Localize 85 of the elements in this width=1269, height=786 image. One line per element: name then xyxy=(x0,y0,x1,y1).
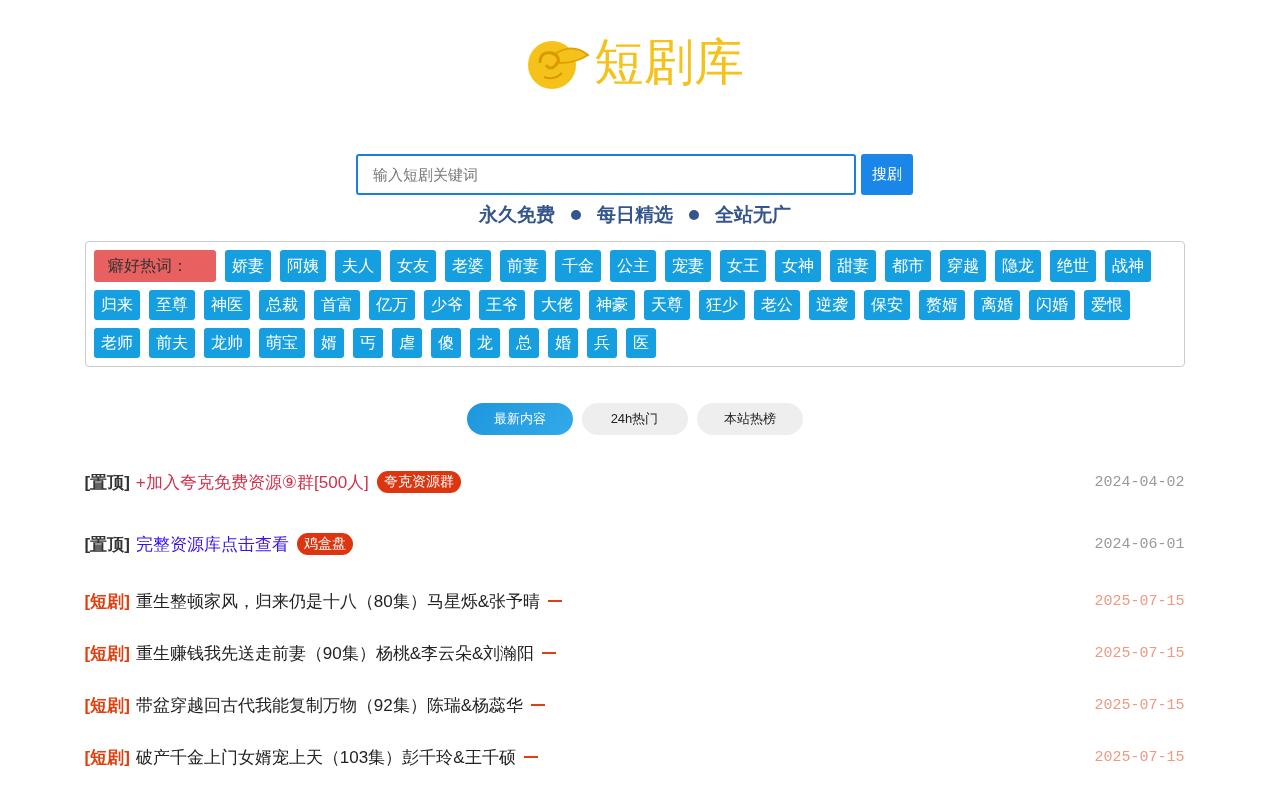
tag-link[interactable]: 总裁 xyxy=(258,290,305,320)
dash-icon xyxy=(523,756,538,758)
post-link[interactable]: +加入夸克免费资源⑨群[500人] xyxy=(135,470,369,494)
post-tag-text: [短剧] xyxy=(84,694,130,717)
tag-link[interactable]: 兵 xyxy=(586,328,617,358)
tag-link[interactable]: 前妻 xyxy=(499,250,546,282)
tag-link[interactable]: 女友 xyxy=(389,250,436,282)
post-link[interactable]: 带盆穿越回古代我能复制万物（92集）陈瑞&杨蕊华 xyxy=(135,693,524,717)
post-date: 2024-06-01 xyxy=(1094,535,1185,553)
tag-link[interactable]: 离婚 xyxy=(973,290,1020,320)
tag-link[interactable]: 大佬 xyxy=(533,290,580,320)
tag-link[interactable]: 医 xyxy=(625,328,656,358)
tag-link[interactable]: 宠妻 xyxy=(664,250,711,282)
tag-link[interactable]: 绝世 xyxy=(1049,250,1096,282)
post-date: 2025-07-15 xyxy=(1094,696,1185,714)
tag-link[interactable]: 战神 xyxy=(1104,250,1151,282)
tag-link[interactable]: 逆袭 xyxy=(808,290,855,320)
motto-text: 每日精选 xyxy=(596,203,673,227)
bullet-icon xyxy=(570,210,581,220)
tag-link[interactable]: 甜妻 xyxy=(829,250,876,282)
tag-link[interactable]: 公主 xyxy=(609,250,656,282)
tag-link[interactable]: 千金 xyxy=(554,250,601,282)
post-link[interactable]: 重生整顿家风，归来仍是十八（80集）马星烁&张予晴 xyxy=(135,589,541,613)
tag-link[interactable]: 爱恨 xyxy=(1083,290,1130,320)
post-date: 2025-07-15 xyxy=(1094,644,1185,662)
tab[interactable]: 最新内容 xyxy=(466,403,573,435)
motto-text: 永久免费 xyxy=(478,203,555,227)
tag-link[interactable]: 总 xyxy=(508,328,539,358)
tag-link[interactable]: 至尊 xyxy=(148,290,195,320)
tag-link[interactable]: 龙 xyxy=(469,328,500,358)
site-logo-text: 短剧库 xyxy=(593,32,744,92)
tag-link[interactable]: 首富 xyxy=(313,290,360,320)
tag-link[interactable]: 夫人 xyxy=(334,250,381,282)
post-link[interactable]: 完整资源库点击查看 xyxy=(135,532,289,556)
tag-link[interactable]: 亿万 xyxy=(368,290,415,320)
post-tag-text: [置顶] xyxy=(84,533,130,556)
post-tag-text: [短剧] xyxy=(84,642,130,665)
bullet-icon xyxy=(688,210,699,220)
tag-link[interactable]: 神医 xyxy=(203,290,250,320)
tag-link[interactable]: 隐龙 xyxy=(994,250,1041,282)
dash-icon xyxy=(548,600,563,602)
tag-link[interactable]: 龙帅 xyxy=(203,328,250,358)
tag-link[interactable]: 婚 xyxy=(547,328,578,358)
tag-link[interactable]: 老婆 xyxy=(444,250,491,282)
post-link[interactable]: 破产千金上门女婿宠上天（103集）彭千玲&王千硕 xyxy=(135,745,516,769)
tag-link[interactable]: 少爷 xyxy=(423,290,470,320)
post-badge: 夸克资源群 xyxy=(376,471,461,493)
tab[interactable]: 24h热门 xyxy=(581,403,688,435)
tag-link[interactable]: 天尊 xyxy=(643,290,690,320)
post-tag-text: [置顶] xyxy=(84,471,130,494)
post-date: 2025-07-15 xyxy=(1094,748,1185,766)
tag-link[interactable]: 神豪 xyxy=(588,290,635,320)
tag-link[interactable]: 都市 xyxy=(884,250,931,282)
tag-link[interactable]: 王爷 xyxy=(478,290,525,320)
tab[interactable]: 本站热榜 xyxy=(696,403,803,435)
tag-link[interactable]: 老公 xyxy=(753,290,800,320)
tag-link[interactable]: 狂少 xyxy=(698,290,745,320)
tag-link[interactable]: 女神 xyxy=(774,250,821,282)
dash-icon xyxy=(542,652,557,654)
tag-link[interactable]: 前夫 xyxy=(148,328,195,358)
tag-link[interactable]: 虐 xyxy=(391,328,422,358)
motto-text: 全站无广 xyxy=(714,203,791,227)
post-tag-text: [短剧] xyxy=(84,590,130,613)
post-tag-text: [短剧] xyxy=(84,746,130,769)
tag-link[interactable]: 穿越 xyxy=(939,250,986,282)
post-date: 2025-07-15 xyxy=(1094,592,1185,610)
tag-link[interactable]: 赘婿 xyxy=(918,290,965,320)
tag-link[interactable]: 阿姨 xyxy=(279,250,326,282)
tag-link[interactable]: 婿 xyxy=(313,328,344,358)
tag-link[interactable]: 萌宝 xyxy=(258,328,305,358)
tag-link[interactable]: 闪婚 xyxy=(1028,290,1075,320)
tag-link[interactable]: 保安 xyxy=(863,290,910,320)
tag-link[interactable]: 丐 xyxy=(352,328,383,358)
tag-link[interactable]: 娇妻 xyxy=(224,250,271,282)
search-field[interactable]: 输入短剧关键词 xyxy=(356,154,856,195)
dash-icon xyxy=(531,704,546,706)
post-badge: 鸡盒盘 xyxy=(296,533,353,555)
hot-words-label: 癖好热词： xyxy=(93,250,216,282)
tag-link[interactable]: 傻 xyxy=(430,328,461,358)
post-link[interactable]: 重生赚钱我先送走前妻（90集）杨桃&李云朵&刘瀚阳 xyxy=(135,641,535,665)
tag-link[interactable]: 老师 xyxy=(93,328,140,358)
post-date: 2024-04-02 xyxy=(1094,473,1185,491)
tag-link[interactable]: 归来 xyxy=(93,290,140,320)
search-button[interactable]: 搜剧 xyxy=(861,154,913,195)
tag-link[interactable]: 女王 xyxy=(719,250,766,282)
